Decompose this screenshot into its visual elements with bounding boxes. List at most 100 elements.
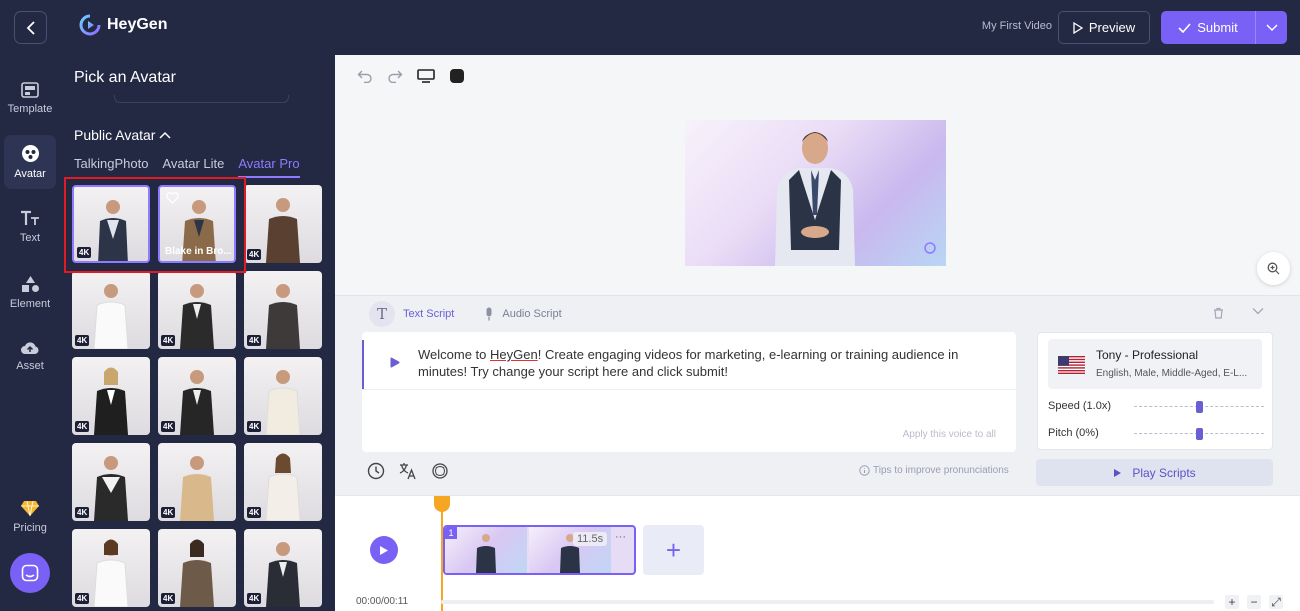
avatar-tile[interactable]: 4K — [72, 529, 150, 607]
timeline-clip[interactable]: 1 11.5s ··· — [443, 525, 636, 575]
avatar-tile[interactable]: 4K — [72, 443, 150, 521]
submit-main[interactable]: Submit — [1161, 11, 1255, 44]
canvas-toolbar — [357, 68, 465, 84]
project-name[interactable]: My First Video — [962, 20, 1052, 32]
avatar-tile[interactable]: 4K — [244, 357, 322, 435]
info-icon — [859, 465, 870, 476]
submit-button[interactable]: Submit — [1161, 11, 1287, 44]
avatar-tile[interactable]: 4K — [244, 443, 322, 521]
tab-talkingphoto[interactable]: TalkingPhoto — [74, 156, 148, 178]
avatar-panel: Pick an Avatar Public Avatar TalkingPhot… — [60, 55, 335, 611]
playhead-handle[interactable] — [434, 496, 450, 512]
nav-item-template[interactable]: Template — [4, 71, 56, 125]
speed-slider-knob[interactable] — [1196, 401, 1203, 413]
nav-label: Element — [9, 297, 51, 310]
voice-selector[interactable]: Tony - Professional English, Male, Middl… — [1048, 339, 1262, 389]
tab-audio-script[interactable]: Audio Script — [484, 307, 562, 321]
apply-voice-link[interactable]: Apply this voice to all — [903, 429, 996, 440]
pronunciation-tips[interactable]: Tips to improve pronunciations — [859, 465, 1009, 476]
avatar-tabs: TalkingPhoto Avatar Lite Avatar Pro — [74, 156, 300, 178]
pitch-label: Pitch (0%) — [1048, 427, 1099, 439]
avatar-tile[interactable]: 4K — [244, 529, 322, 607]
chevron-down-icon — [1265, 23, 1278, 31]
script-text-before: Welcome to — [418, 347, 491, 362]
top-bar: HeyGen My First Video Preview Submit — [0, 0, 1300, 55]
avatar-tile[interactable]: 4K — [158, 443, 236, 521]
pitch-slider[interactable] — [1134, 428, 1264, 440]
heygen-logo-icon — [79, 14, 101, 36]
logo[interactable]: HeyGen — [79, 14, 167, 36]
element-icon — [21, 275, 39, 292]
divider — [362, 389, 1016, 390]
nav-item-pricing[interactable]: Pricing — [4, 490, 56, 544]
play-scripts-button[interactable]: Play Scripts — [1036, 459, 1273, 486]
undo-icon[interactable] — [357, 69, 373, 83]
clip-more-button[interactable]: ··· — [615, 531, 626, 543]
nav-item-element[interactable]: Element — [4, 265, 56, 319]
badge-4k: 4K — [75, 593, 90, 604]
script-text[interactable]: Welcome to HeyGen! Create engaging video… — [418, 346, 1003, 380]
text-icon — [21, 210, 39, 225]
add-scene-button[interactable]: + — [643, 525, 704, 575]
avatar-tile[interactable]: 4K — [72, 271, 150, 349]
play-icon — [380, 545, 388, 555]
timeline: 00:00/00:11 1 11.5s ··· + + − ⤢ — [335, 495, 1300, 611]
zoom-button[interactable] — [1257, 252, 1290, 285]
ai-assistant-icon[interactable] — [431, 462, 449, 480]
badge-4k: 4K — [247, 593, 262, 604]
submit-options-button[interactable] — [1255, 11, 1287, 44]
avatar-tile[interactable]: 4K — [158, 271, 236, 349]
voice-name: Tony - Professional — [1096, 348, 1199, 362]
tab-text-script-label: Text Script — [403, 308, 455, 320]
script-editor[interactable]: Welcome to HeyGen! Create engaging video… — [362, 332, 1016, 452]
chat-support-button[interactable] — [10, 553, 50, 593]
preview-button[interactable]: Preview — [1058, 11, 1150, 44]
redo-icon[interactable] — [387, 69, 403, 83]
avatar-tile[interactable]: 4K — [158, 529, 236, 607]
back-button[interactable] — [14, 11, 47, 44]
play-segment-icon[interactable] — [389, 357, 400, 368]
tab-avatar-lite[interactable]: Avatar Lite — [162, 156, 224, 178]
playhead[interactable] — [441, 496, 443, 611]
play-icon — [1114, 468, 1122, 477]
video-preview[interactable] — [685, 120, 946, 266]
badge-4k: 4K — [247, 507, 262, 518]
panel-title: Pick an Avatar — [74, 69, 176, 86]
timeline-fit-button[interactable]: ⤢ — [1269, 595, 1283, 609]
trash-icon[interactable] — [1213, 307, 1224, 319]
badge-4k: 4K — [247, 421, 262, 432]
avatar-tile[interactable]: 4K — [72, 357, 150, 435]
avatar-icon — [21, 145, 39, 162]
avatar-tile[interactable]: 4K — [158, 357, 236, 435]
timeline-play-button[interactable] — [370, 536, 398, 564]
badge-4k: 4K — [75, 335, 90, 346]
timeline-zoom-out-button[interactable]: − — [1247, 595, 1261, 609]
timeline-scrollbar[interactable] — [441, 600, 1214, 604]
tab-avatar-pro[interactable]: Avatar Pro — [238, 156, 300, 178]
nav-item-avatar[interactable]: Avatar — [4, 135, 56, 189]
pitch-slider-knob[interactable] — [1196, 428, 1203, 440]
timeline-zoom-in-button[interactable]: + — [1225, 595, 1239, 609]
zoom-in-icon — [1267, 262, 1280, 275]
speed-label: Speed (1.0x) — [1048, 400, 1111, 412]
timeline-zoom-controls: + − ⤢ — [1225, 595, 1283, 609]
selection-highlight — [64, 177, 246, 273]
monitor-icon[interactable] — [417, 69, 435, 83]
nav-item-text[interactable]: Text — [4, 200, 56, 254]
speed-slider[interactable] — [1134, 401, 1264, 413]
translate-icon[interactable] — [399, 462, 417, 480]
tab-text-script[interactable]: T Text Script — [369, 301, 454, 327]
search-field[interactable] — [114, 95, 289, 103]
avatar-tile[interactable]: 4K — [244, 185, 322, 263]
script-tabs: T Text Script Audio Script — [369, 301, 562, 327]
section-toggle[interactable]: Public Avatar — [74, 127, 171, 143]
clock-icon[interactable] — [367, 462, 385, 480]
play-scripts-label: Play Scripts — [1132, 465, 1196, 480]
voice-settings-card: Tony - Professional English, Male, Middl… — [1037, 332, 1273, 450]
nav-item-asset[interactable]: Asset — [4, 329, 56, 383]
timeline-time: 00:00/00:11 — [356, 596, 409, 607]
script-tools — [1213, 307, 1264, 319]
background-color-icon[interactable] — [449, 68, 465, 84]
avatar-tile[interactable]: 4K — [244, 271, 322, 349]
chevron-down-icon[interactable] — [1252, 307, 1264, 315]
